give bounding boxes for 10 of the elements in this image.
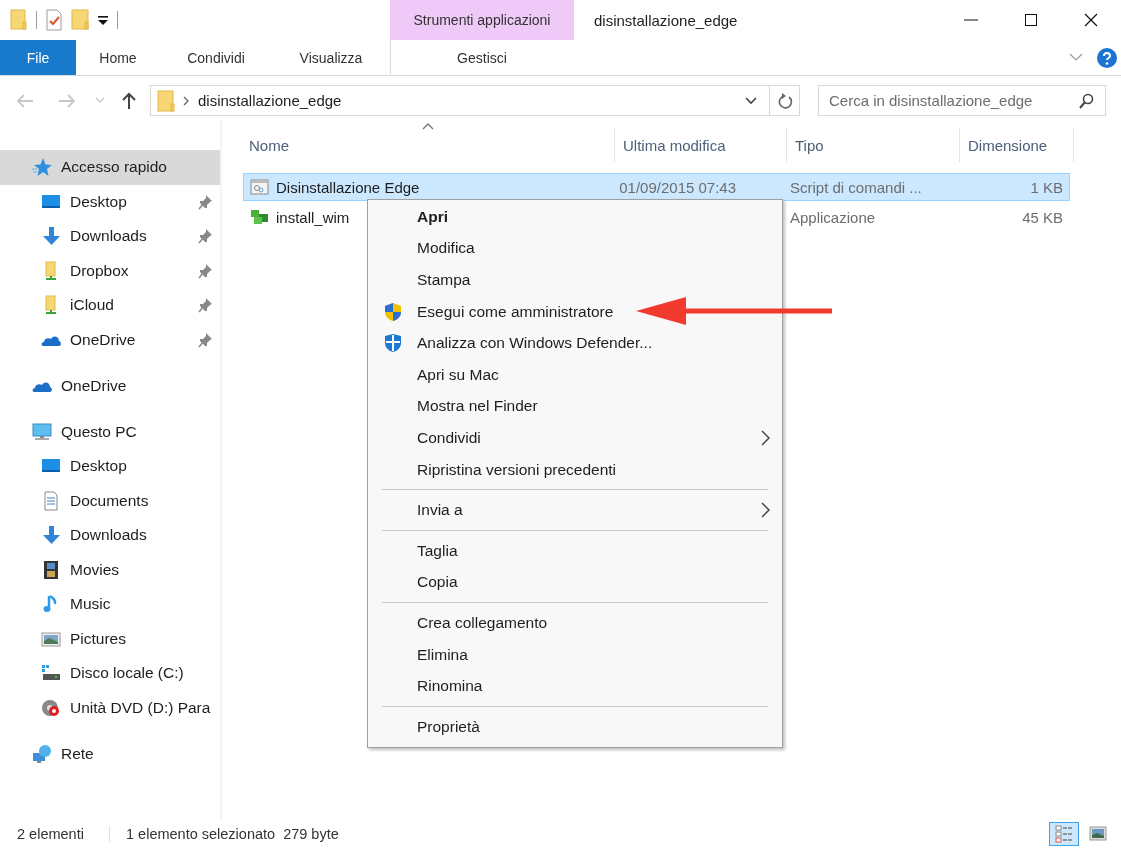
window-title: disinstallazione_edge — [593, 10, 739, 31]
table-cell: Applicazione — [790, 208, 876, 226]
table-cell: 45 KB — [1022, 208, 1063, 226]
table-cell: 1 KB — [1030, 178, 1063, 196]
selection-info: 1 elemento selezionato — [125, 826, 276, 842]
table-cell: Script di comandi ... — [790, 178, 922, 196]
contextual-tab-group: Strumenti applicazioni — [390, 0, 574, 40]
table-cell: 01/09/2015 07:43 — [619, 178, 737, 196]
selection-size: 279 byte — [282, 826, 339, 842]
item-count: 2 elementi — [0, 826, 110, 842]
